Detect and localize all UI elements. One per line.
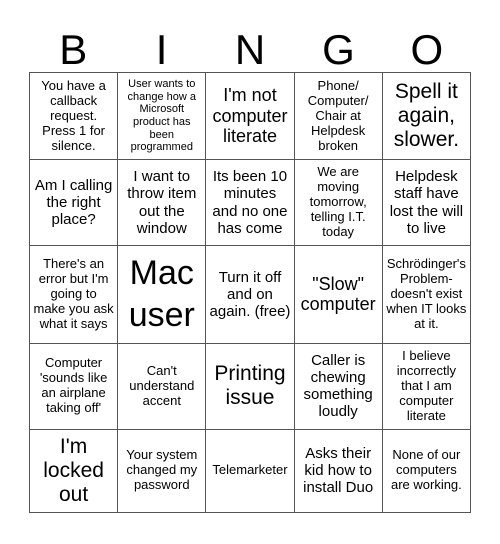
header-letter-o: O xyxy=(410,26,444,73)
bingo-row: Computer 'sounds like an airplane taking… xyxy=(28,342,472,430)
bingo-cell[interactable]: Am I calling the right place? xyxy=(28,159,119,247)
bingo-cell[interactable]: Helpdesk staff have lost the will to liv… xyxy=(381,159,472,247)
bingo-cell[interactable]: User wants to change how a Microsoft pro… xyxy=(117,71,207,161)
header-letter-n: N xyxy=(234,26,266,73)
bingo-cell[interactable]: Schrödinger's Problem- doesn't exist whe… xyxy=(381,245,472,344)
bingo-cell[interactable]: Its been 10 minutes and no one has come xyxy=(205,159,295,247)
bingo-row: There's an error but I'm going to make y… xyxy=(28,245,472,344)
bingo-cell[interactable]: Your system changed my password xyxy=(117,428,207,514)
header-letter-b: B xyxy=(59,26,88,73)
header-letter-g: G xyxy=(322,26,355,73)
bingo-cell[interactable]: None of our computers are working. xyxy=(381,428,472,514)
bingo-cell[interactable]: Turn it off and on again. (free) xyxy=(205,245,295,344)
bingo-cell[interactable]: Spell it again, slower. xyxy=(381,71,472,161)
bingo-row: Am I calling the right place? I want to t… xyxy=(28,159,472,247)
bingo-cell[interactable]: I'm locked out xyxy=(28,428,119,514)
bingo-header: B I N G O xyxy=(29,28,471,72)
bingo-cell[interactable]: Computer 'sounds like an airplane taking… xyxy=(28,342,119,430)
header-letter-i: I xyxy=(155,26,168,73)
bingo-cell[interactable]: Mac user xyxy=(117,245,207,344)
bingo-cell[interactable]: I want to throw item out the window xyxy=(117,159,207,247)
bingo-cell[interactable]: Phone/ Computer/ Chair at Helpdesk broke… xyxy=(293,71,383,161)
bingo-cell[interactable]: We are moving tomorrow, telling I.T. tod… xyxy=(293,159,383,247)
bingo-cell[interactable]: Asks their kid how to install Duo xyxy=(293,428,383,514)
bingo-cell[interactable]: I believe incorrectly that I am computer… xyxy=(381,342,472,430)
bingo-cell[interactable]: You have a callback request. Press 1 for… xyxy=(28,71,119,161)
bingo-grid: You have a callback request. Press 1 for… xyxy=(28,71,472,514)
bingo-cell[interactable]: Printing issue xyxy=(205,342,295,430)
bingo-cell[interactable]: "Slow" computer xyxy=(293,245,383,344)
bingo-cell[interactable]: Can't understand accent xyxy=(117,342,207,430)
bingo-row: You have a callback request. Press 1 for… xyxy=(28,71,472,161)
bingo-cell[interactable]: I'm not computer literate xyxy=(205,71,295,161)
bingo-cell[interactable]: Caller is chewing something loudly xyxy=(293,342,383,430)
bingo-row: I'm locked out Your system changed my pas… xyxy=(28,428,472,514)
bingo-cell[interactable]: Telemarketer xyxy=(205,428,295,514)
bingo-cell[interactable]: There's an error but I'm going to make y… xyxy=(28,245,119,344)
